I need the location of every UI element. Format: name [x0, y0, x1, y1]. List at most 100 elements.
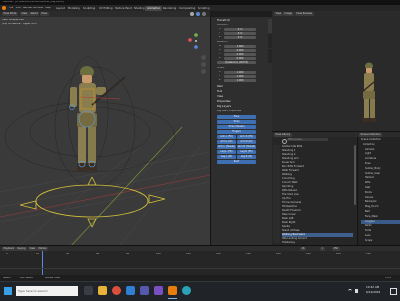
root-control-icon[interactable] [19, 176, 166, 228]
clock-date[interactable]: 6/14/2022 [366, 291, 380, 294]
scale-z-field[interactable]: 1.000 [224, 78, 256, 82]
properties-section[interactable]: Properties [217, 100, 231, 103]
tab-layout[interactable]: Layout [54, 6, 67, 11]
menu-file[interactable]: File [9, 7, 13, 10]
marker-menu[interactable]: Marker [37, 246, 49, 251]
rotation-x-label: X [219, 49, 221, 51]
rig-layer-arm-l-ik-button[interactable]: Arm.L (IK) [217, 140, 236, 144]
tool-section[interactable]: Tool [217, 90, 222, 93]
wifi-icon[interactable] [348, 289, 352, 294]
transform-section-title[interactable]: Transform [217, 19, 230, 22]
rig-layer-root-button[interactable]: Root [217, 160, 256, 164]
outliner-item[interactable]: Scope [361, 239, 400, 244]
3d-viewport[interactable]: User Perspective (16) Armature : Upper A… [0, 17, 210, 245]
outliner-item[interactable]: Rifle [361, 181, 400, 186]
notification-icon[interactable] [390, 288, 397, 295]
playhead[interactable] [42, 251, 43, 275]
tab-modeling[interactable]: Modeling [66, 6, 82, 11]
menu-edit[interactable]: Edit [16, 7, 21, 10]
pan-hand-icon[interactable] [201, 62, 206, 67]
current-frame-field[interactable]: 16 [300, 246, 307, 251]
rotation-z-field[interactable]: 0.000 [224, 56, 256, 60]
task-view-icon[interactable] [84, 286, 93, 295]
tab-animation[interactable]: Animation [145, 5, 163, 11]
menu-render[interactable]: Render [23, 7, 32, 10]
location-y-field[interactable]: 0 m [224, 31, 256, 35]
scale-y-field[interactable]: 1.000 [224, 74, 256, 78]
rotation-y-field[interactable]: 0.000 [224, 52, 256, 56]
preview-name-field[interactable]: Pose Preview [295, 12, 314, 16]
rig-layer-torso-tweak-button[interactable]: Torso (Tweak) [217, 125, 256, 129]
rig-layer-arm-l-tweak-button[interactable]: Arm.L (Tweak) [217, 145, 236, 149]
tab-scripting[interactable]: Scripting [196, 6, 212, 11]
timeline-tick-label: 100 [156, 253, 161, 255]
view-menu[interactable]: View [20, 12, 29, 16]
location-x-field[interactable]: 0 m [224, 27, 256, 31]
timeline[interactable]: Playback Keying View Marker 16 1 250 0 20… [0, 245, 400, 276]
rig-layer-face-button[interactable]: Face [217, 115, 256, 119]
timeline-tick-label: 40 [66, 253, 70, 255]
blender-logo-icon[interactable] [2, 6, 6, 10]
clock-time[interactable]: 10:42 AM [366, 286, 379, 289]
rotation-w-field[interactable]: 1.000 [224, 44, 256, 48]
shading-material-icon[interactable] [196, 12, 200, 16]
mode-dropdown[interactable]: Pose Mode [2, 12, 18, 16]
rig-layer-arm-r-fk-button[interactable]: Arm.R (FK) [237, 135, 256, 139]
teams-icon[interactable] [140, 286, 149, 295]
tab-uv-editing[interactable]: UV Editing [97, 6, 115, 11]
location-z-field[interactable]: 0 m [224, 35, 256, 39]
rig-layer-leg-r-ik-button[interactable]: Leg.R (IK) [237, 155, 256, 159]
menu-help[interactable]: Help [45, 7, 51, 10]
tab-sculpting[interactable]: Sculpting [81, 6, 97, 11]
taskbar-search-input[interactable]: Type here to search [16, 286, 78, 296]
outliner-item[interactable]: Armature [361, 157, 400, 162]
photos-icon[interactable] [154, 286, 163, 295]
start-frame-field[interactable]: 1 [320, 246, 325, 251]
scale-x-field[interactable]: 1.000 [224, 70, 256, 74]
tab-rendering[interactable]: Rendering [161, 6, 178, 11]
keying-menu[interactable]: Keying [16, 246, 28, 251]
edge-icon[interactable] [182, 286, 191, 295]
rotation-mode-dropdown[interactable]: Quaternion (WXYZ) [217, 61, 256, 65]
preview-image-menu[interactable]: Image [283, 12, 294, 16]
rotation-x-field[interactable]: 0.000 [224, 48, 256, 52]
soldier-character[interactable] [70, 66, 126, 171]
outliner-item[interactable]: Knife [361, 229, 400, 234]
shading-solid-icon[interactable] [190, 12, 194, 16]
item-section[interactable]: Item [217, 85, 223, 88]
timeline-tick-label: 140 [216, 253, 221, 255]
select-menu[interactable]: Select [29, 12, 40, 16]
preview-view-menu[interactable]: View [274, 12, 283, 16]
tab-texture-paint[interactable]: Texture Paint [113, 6, 134, 11]
camera-view-icon[interactable] [201, 69, 206, 74]
volume-icon[interactable] [355, 289, 358, 293]
zoom-icon[interactable] [201, 55, 206, 60]
pose-preview-area[interactable] [272, 17, 400, 131]
rig-layer-leg-l-ik-button[interactable]: Leg.L (IK) [217, 155, 236, 159]
rig-layers-section[interactable]: Rig Layers [217, 105, 231, 108]
rig-layer-fingers-button[interactable]: Fingers [217, 130, 256, 134]
rig-layer-leg-r-fk-button[interactable]: Leg.R (FK) [237, 150, 256, 154]
end-frame-field[interactable]: 250 [332, 246, 340, 251]
navigation-gizmo[interactable] [188, 33, 198, 49]
chrome-icon[interactable] [112, 286, 121, 295]
playback-menu[interactable]: Playback [2, 246, 16, 251]
outliner-item[interactable]: Mag_Pouch [361, 205, 400, 210]
blender-taskbar-icon[interactable] [168, 286, 177, 295]
pose-menu[interactable]: Pose [40, 12, 49, 16]
pose-filter-input[interactable]: Filter poses [287, 138, 328, 142]
vs-code-icon[interactable] [126, 286, 135, 295]
pose-list-scrollbar[interactable] [354, 145, 356, 205]
rig-layer-leg-l-fk-button[interactable]: Leg.L (FK) [217, 150, 236, 154]
rig-layer-arm-r-ik-button[interactable]: Arm.R (IK) [237, 140, 256, 144]
shading-render-icon[interactable] [202, 12, 206, 16]
rig-layer-torso-button[interactable]: Torso [217, 120, 256, 124]
rig-layer-arm-r-tweak-button[interactable]: Arm.R (Tweak) [237, 145, 256, 149]
windows-start-icon[interactable] [4, 287, 12, 295]
file-explorer-icon[interactable] [98, 286, 107, 295]
timeline-view-menu[interactable]: View [28, 246, 37, 251]
tab-compositing[interactable]: Compositing [177, 6, 197, 11]
view-section[interactable]: View [217, 95, 223, 98]
rig-layer-arm-l-fk-button[interactable]: Arm.L (FK) [217, 135, 236, 139]
menu-window[interactable]: Window [33, 7, 43, 10]
